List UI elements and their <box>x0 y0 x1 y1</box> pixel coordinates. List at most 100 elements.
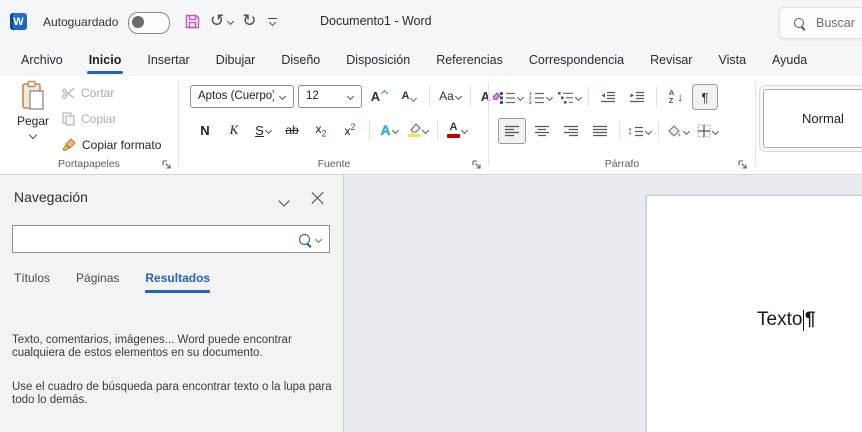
borders-icon <box>697 124 711 138</box>
font-color-button[interactable]: A <box>444 118 470 142</box>
tab-revisar[interactable]: Revisar <box>637 44 705 76</box>
shrink-font-button[interactable]: A <box>396 84 422 108</box>
font-name-chevron-icon[interactable] <box>279 92 286 99</box>
tab-archivo[interactable]: Archivo <box>8 44 76 76</box>
word-app-icon[interactable]: W <box>10 13 27 30</box>
font-size-chevron-icon[interactable] <box>347 92 354 99</box>
undo-button[interactable]: ↺ <box>210 10 233 32</box>
tab-correspondencia[interactable]: Correspondencia <box>516 44 637 76</box>
superscript-button[interactable]: x2 <box>337 118 363 142</box>
underline-button[interactable]: S <box>250 118 276 142</box>
text-effects-chevron-icon[interactable] <box>392 126 399 133</box>
change-case-chevron-icon <box>455 92 462 99</box>
bold-button[interactable]: N <box>192 118 218 142</box>
separator <box>470 86 471 106</box>
document-page[interactable]: Texto ¶ <box>646 195 862 432</box>
customize-qat-chevron-icon <box>268 18 275 25</box>
style-normal-button[interactable]: Normal <box>763 89 862 148</box>
navigation-search-box[interactable] <box>12 225 330 253</box>
navigation-collapse-chevron-icon[interactable] <box>280 192 292 200</box>
text-highlight-button[interactable] <box>405 118 431 142</box>
paste-dropdown-chevron-icon[interactable] <box>29 131 37 139</box>
underline-label: S <box>255 123 264 138</box>
grow-font-button[interactable]: A <box>366 84 392 108</box>
tab-disposicion[interactable]: Disposición <box>333 44 423 76</box>
font-size-combo[interactable] <box>298 85 362 108</box>
undo-dropdown-chevron-icon[interactable] <box>227 17 234 24</box>
search-icon <box>794 18 804 28</box>
nav-tab-titulos[interactable]: Títulos <box>14 271 50 293</box>
change-case-button[interactable]: Aa <box>437 84 463 108</box>
font-size-input[interactable] <box>304 89 344 103</box>
justify-button[interactable] <box>587 119 613 143</box>
nav-tab-resultados[interactable]: Resultados <box>145 271 210 293</box>
shading-button[interactable] <box>665 119 691 143</box>
cut-button[interactable]: Cortar <box>58 82 165 103</box>
redo-icon[interactable]: ↻ <box>242 10 256 32</box>
tab-inicio[interactable]: Inicio <box>76 44 135 76</box>
navigation-search-input[interactable] <box>13 232 299 246</box>
multilevel-list-chevron-icon[interactable] <box>574 93 581 100</box>
align-left-button[interactable] <box>498 118 526 144</box>
tab-referencias[interactable]: Referencias <box>423 44 516 76</box>
multilevel-list-button[interactable] <box>556 85 582 109</box>
line-spacing-button[interactable]: ↕ <box>626 119 652 143</box>
font-dialog-launcher-icon[interactable] <box>471 159 482 170</box>
numbering-button[interactable]: 1 2 3 <box>527 85 553 109</box>
nav-tab-paginas[interactable]: Páginas <box>76 271 119 293</box>
navigation-close-icon[interactable] <box>311 190 324 203</box>
navigation-search-icon[interactable] <box>299 234 310 245</box>
bullets-button[interactable] <box>498 85 524 109</box>
clipboard-dialog-launcher-icon[interactable] <box>161 159 172 170</box>
strikethrough-button[interactable]: ab <box>279 118 305 142</box>
customize-qat-icon[interactable] <box>268 18 277 25</box>
tab-ayuda[interactable]: Ayuda <box>759 44 820 76</box>
tab-insertar[interactable]: Insertar <box>134 44 202 76</box>
align-right-button[interactable] <box>558 119 584 143</box>
ribbon-tab-bar: Archivo Inicio Insertar Dibujar Diseño D… <box>0 44 862 76</box>
format-painter-button[interactable]: Copiar formato <box>58 134 165 155</box>
search-box[interactable] <box>779 7 862 39</box>
tab-dibujar[interactable]: Dibujar <box>203 44 269 76</box>
align-center-button[interactable] <box>529 119 555 143</box>
align-right-icon <box>564 125 579 137</box>
save-icon[interactable] <box>184 13 201 30</box>
bullets-icon <box>500 91 516 104</box>
search-input[interactable] <box>814 15 862 31</box>
text-effects-button[interactable]: A <box>376 118 402 142</box>
text-highlight-chevron-icon[interactable] <box>422 126 429 133</box>
italic-button[interactable]: K <box>221 118 247 142</box>
tab-vista[interactable]: Vista <box>705 44 759 76</box>
decrease-indent-button[interactable] <box>595 85 621 109</box>
borders-chevron-icon[interactable] <box>711 127 718 134</box>
font-name-input[interactable] <box>196 89 276 103</box>
bullets-chevron-icon[interactable] <box>516 93 523 100</box>
group-divider <box>755 82 756 166</box>
align-center-icon <box>535 125 550 137</box>
paste-button[interactable]: Pegar <box>8 80 58 158</box>
navigation-search-chevron-icon[interactable] <box>315 235 322 242</box>
shading-chevron-icon[interactable] <box>683 127 690 134</box>
font-color-icon: A <box>447 122 460 138</box>
numbering-chevron-icon[interactable] <box>545 93 552 100</box>
line-spacing-chevron-icon[interactable] <box>645 127 652 134</box>
borders-button[interactable] <box>694 119 720 143</box>
format-painter-icon <box>62 138 76 152</box>
underline-chevron-icon[interactable] <box>265 126 272 133</box>
autosave-label: Autoguardado <box>43 15 118 29</box>
font-name-combo[interactable] <box>190 85 294 108</box>
document-canvas[interactable]: Texto ¶ <box>344 175 862 432</box>
sort-button[interactable]: AZ ↓ <box>663 85 689 109</box>
increase-indent-button[interactable] <box>624 85 650 109</box>
paragraph-dialog-launcher-icon[interactable] <box>737 159 748 170</box>
subscript-label: x2 <box>315 122 326 138</box>
copy-label: Copiar <box>81 112 116 126</box>
show-paragraph-marks-button[interactable]: ¶ <box>692 84 718 110</box>
font-color-chevron-icon[interactable] <box>461 126 468 133</box>
quick-access-toolbar: ↺ ↻ <box>184 10 277 32</box>
tab-diseno[interactable]: Diseño <box>268 44 333 76</box>
copy-button[interactable]: Copiar <box>58 108 165 129</box>
autosave-toggle[interactable] <box>128 12 170 34</box>
document-text-line[interactable]: Texto ¶ <box>757 309 816 331</box>
subscript-button[interactable]: x2 <box>308 118 334 142</box>
